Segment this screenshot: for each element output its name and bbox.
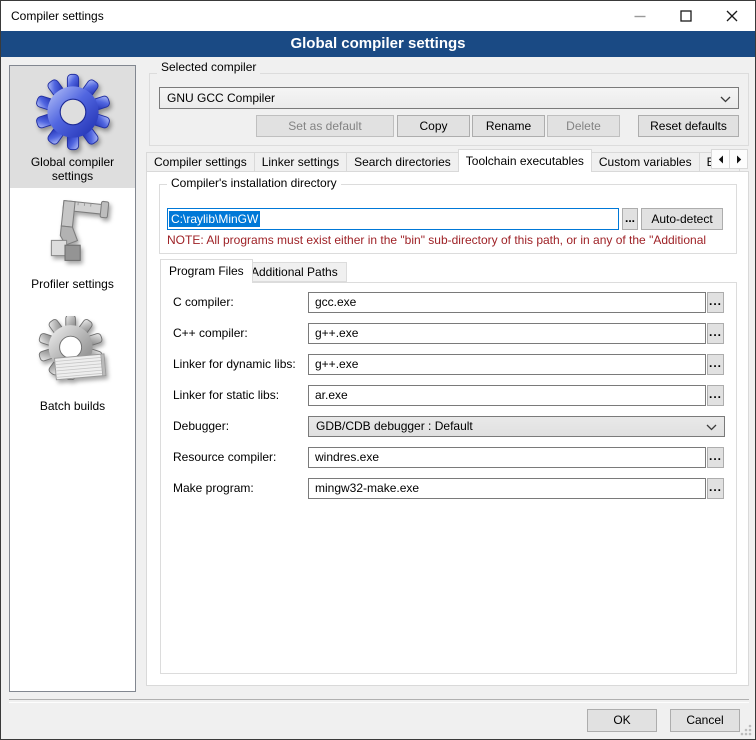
chevron-down-icon <box>720 96 731 103</box>
cpp-compiler-label: C++ compiler: <box>173 326 248 340</box>
c-compiler-input[interactable]: gcc.exe <box>308 292 706 313</box>
resize-grip[interactable] <box>739 723 752 736</box>
cpp-compiler-browse-button[interactable]: ... <box>707 323 724 344</box>
ok-button[interactable]: OK <box>587 709 657 732</box>
caliper-icon <box>33 194 113 274</box>
maximize-icon <box>680 10 692 22</box>
minimize-button[interactable] <box>617 1 663 31</box>
chevron-down-icon <box>706 424 717 431</box>
tab-linker-settings[interactable]: Linker settings <box>254 152 347 172</box>
dynamic-linker-input[interactable]: g++.exe <box>308 354 706 375</box>
sidebar-item-label: Batch builds <box>36 399 109 413</box>
sidebar-item-batch-builds[interactable]: Batch builds <box>10 310 135 432</box>
sidebar-item-global-compiler-settings[interactable]: Global compiler settings <box>10 66 135 188</box>
debugger-select-value: GDB/CDB debugger : Default <box>316 419 473 433</box>
c-compiler-label: C compiler: <box>173 295 234 309</box>
copy-button[interactable]: Copy <box>397 115 470 137</box>
tab-scroll-right-button[interactable] <box>729 149 748 169</box>
make-program-label: Make program: <box>173 481 254 495</box>
reset-defaults-button[interactable]: Reset defaults <box>638 115 739 137</box>
compiler-select-value: GNU GCC Compiler <box>167 91 275 105</box>
make-program-input[interactable]: mingw32-make.exe <box>308 478 706 499</box>
installation-directory-legend: Compiler's installation directory <box>167 177 341 190</box>
installation-note: NOTE: All programs must exist either in … <box>167 233 723 247</box>
static-linker-browse-button[interactable]: ... <box>707 385 724 406</box>
window-controls <box>617 1 755 31</box>
cpp-compiler-input[interactable]: g++.exe <box>308 323 706 344</box>
static-linker-label: Linker for static libs: <box>173 388 279 402</box>
static-linker-input[interactable]: ar.exe <box>308 385 706 406</box>
debugger-select[interactable]: GDB/CDB debugger : Default <box>308 416 725 437</box>
tab-toolchain-executables[interactable]: Toolchain executables <box>458 149 592 172</box>
sidebar-item-profiler-settings[interactable]: Profiler settings <box>10 188 135 310</box>
set-as-default-button[interactable]: Set as default <box>256 115 394 137</box>
dynamic-linker-browse-button[interactable]: ... <box>707 354 724 375</box>
dynamic-linker-label: Linker for dynamic libs: <box>173 357 296 371</box>
window-title: Compiler settings <box>11 1 104 31</box>
toolchain-executables-page: Compiler's installation directory C:\ray… <box>146 171 749 686</box>
footer-divider <box>9 699 749 703</box>
tab-compiler-settings[interactable]: Compiler settings <box>146 152 255 172</box>
selected-compiler-legend: Selected compiler <box>157 61 260 74</box>
subtab-program-files[interactable]: Program Files <box>160 259 253 283</box>
minimize-icon <box>634 10 646 22</box>
gray-gear-stack-icon <box>33 316 113 396</box>
close-button[interactable] <box>709 1 755 31</box>
triangle-left-icon <box>718 155 724 164</box>
resource-compiler-browse-button[interactable]: ... <box>707 447 724 468</box>
tab-scroll-left-button[interactable] <box>711 149 730 169</box>
sidebar-item-label: Profiler settings <box>27 277 118 291</box>
tab-custom-variables[interactable]: Custom variables <box>591 152 700 172</box>
c-compiler-browse-button[interactable]: ... <box>707 292 724 313</box>
delete-button[interactable]: Delete <box>547 115 620 137</box>
sidebar-item-label: Global compiler settings <box>10 155 135 183</box>
installation-directory-browse-button[interactable]: ... <box>622 208 638 230</box>
compiler-select[interactable]: GNU GCC Compiler <box>159 87 739 109</box>
settings-category-list: Global compiler settings Profiler settin… <box>9 65 136 692</box>
settings-tabstrip: Compiler settings Linker settings Search… <box>146 149 749 172</box>
tab-search-directories[interactable]: Search directories <box>346 152 459 172</box>
auto-detect-button[interactable]: Auto-detect <box>641 208 723 230</box>
maximize-button[interactable] <box>663 1 709 31</box>
installation-directory-input[interactable]: C:\raylib\MinGW <box>167 208 619 230</box>
compiler-settings-dialog: Compiler settings Global compiler settin… <box>0 0 756 740</box>
subtab-additional-paths[interactable]: Additional Paths <box>242 262 347 282</box>
titlebar: Compiler settings <box>1 1 755 31</box>
resource-compiler-label: Resource compiler: <box>173 450 276 464</box>
resource-compiler-input[interactable]: windres.exe <box>308 447 706 468</box>
page-title: Global compiler settings <box>1 31 755 57</box>
program-files-page: C compiler: gcc.exe ... C++ compiler: g+… <box>160 282 737 674</box>
installation-directory-value: C:\raylib\MinGW <box>169 211 260 227</box>
triangle-right-icon <box>736 155 742 164</box>
close-icon <box>726 10 738 22</box>
debugger-label: Debugger: <box>173 419 229 433</box>
rename-button[interactable]: Rename <box>472 115 545 137</box>
make-program-browse-button[interactable]: ... <box>707 478 724 499</box>
cancel-button[interactable]: Cancel <box>670 709 740 732</box>
blue-gear-icon <box>33 72 113 152</box>
